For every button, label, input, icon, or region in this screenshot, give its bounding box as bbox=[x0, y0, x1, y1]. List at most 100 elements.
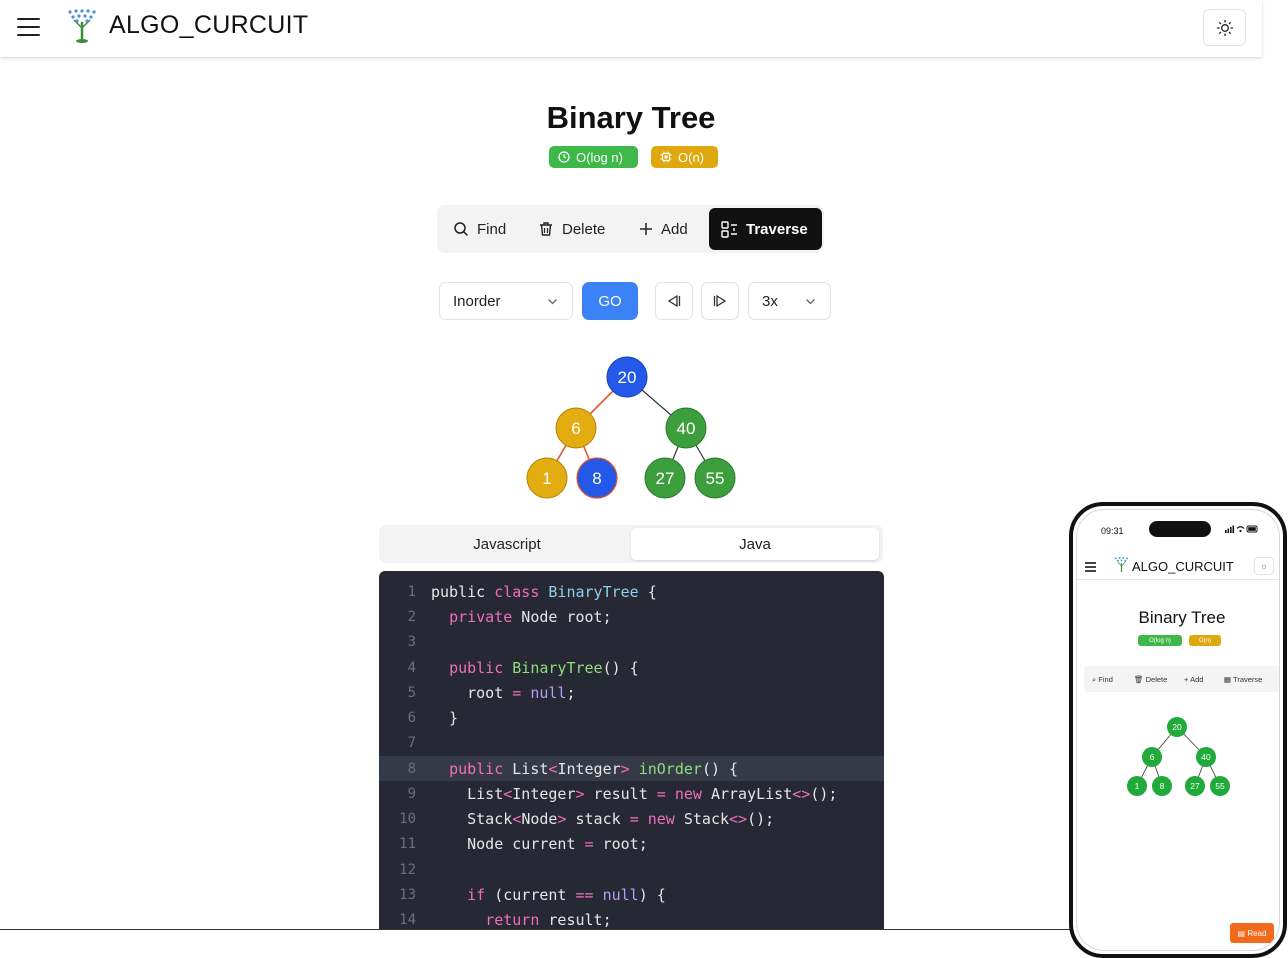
tree-node-left-right-value: 8 bbox=[592, 469, 601, 488]
tree-node-root[interactable]: 20 bbox=[606, 356, 648, 398]
tree-node-right-right[interactable]: 55 bbox=[694, 457, 736, 499]
tree-node-left-value: 6 bbox=[571, 419, 580, 438]
cpu-icon bbox=[660, 151, 672, 163]
menu-icon[interactable] bbox=[17, 18, 40, 38]
phone-tree-node-left-right: 8 bbox=[1152, 776, 1172, 796]
signal-icon bbox=[1225, 525, 1258, 533]
code-line: 13 if (current == null) { bbox=[379, 882, 884, 907]
code-text: public List<Integer> inOrder() { bbox=[449, 759, 739, 778]
tree-node-right-left-value: 27 bbox=[656, 469, 675, 488]
divider bbox=[0, 929, 1072, 930]
code-line: 10 Stack<Node> stack = new Stack<>(); bbox=[379, 806, 884, 831]
traversal-order-value: Inorder bbox=[453, 292, 501, 310]
theme-toggle-button[interactable] bbox=[1203, 9, 1246, 46]
code-text: } bbox=[431, 708, 459, 727]
step-back-button[interactable] bbox=[655, 282, 693, 320]
svg-text:40: 40 bbox=[1201, 752, 1211, 762]
speed-select[interactable]: 3x bbox=[748, 282, 831, 320]
page-title: Binary Tree bbox=[546, 100, 716, 135]
svg-text:20: 20 bbox=[1172, 722, 1182, 732]
phone-tab-traverse[interactable]: ▦ Traverse bbox=[1224, 675, 1262, 684]
operation-tabs: Find Delete Add Traverse bbox=[437, 205, 824, 253]
phone-screen: 09:31 ALGO_CURCUIT ☼ Binary Tree O(log n… bbox=[1076, 509, 1280, 951]
phone-tree-node-right: 40 bbox=[1196, 747, 1216, 767]
go-button[interactable]: GO bbox=[582, 282, 638, 320]
code-line: 6 } bbox=[379, 705, 884, 730]
svg-text:8: 8 bbox=[1160, 781, 1165, 791]
line-number: 12 bbox=[399, 861, 416, 878]
code-editor: 1 public class BinaryTree { 2 private Nod… bbox=[379, 571, 884, 929]
sun-icon bbox=[1216, 19, 1233, 36]
code-line-highlighted: 8 public List<Integer> inOrder() { bbox=[379, 756, 884, 781]
phone-tree-node-left-left: 1 bbox=[1127, 776, 1147, 796]
tab-java[interactable]: Java bbox=[631, 528, 879, 560]
phone-status-time: 09:31 bbox=[1101, 526, 1124, 536]
code-text: public class BinaryTree { bbox=[431, 582, 657, 601]
tree-node-right-left[interactable]: 27 bbox=[644, 457, 686, 499]
tree-logo-icon bbox=[68, 9, 96, 43]
traversal-order-select[interactable]: Inorder bbox=[439, 282, 573, 320]
speed-value: 3x bbox=[762, 292, 778, 310]
space-complexity-label: O(n) bbox=[678, 149, 704, 165]
code-text: private Node root; bbox=[449, 607, 612, 626]
tab-delete-label: Delete bbox=[562, 220, 606, 238]
line-number: 2 bbox=[407, 608, 416, 625]
tree-node-right-value: 40 bbox=[677, 419, 696, 438]
tab-add-label: Add bbox=[661, 220, 688, 238]
tab-traverse[interactable]: Traverse bbox=[709, 208, 822, 250]
code-text: if (current == null) { bbox=[467, 885, 666, 904]
tree-node-left-left[interactable]: 1 bbox=[526, 457, 568, 499]
code-line: 4 public BinaryTree() { bbox=[379, 655, 884, 680]
code-line: 2 private Node root; bbox=[379, 604, 884, 629]
tab-javascript[interactable]: Javascript bbox=[383, 528, 631, 560]
phone-tab-find[interactable]: ⌕ Find bbox=[1092, 675, 1113, 685]
top-bar: ALGO_CURCUIT bbox=[0, 0, 1262, 57]
phone-operation-tabs: ⌕ Find 🗑 Delete + Add ▦ Traverse bbox=[1084, 666, 1279, 692]
line-number: 10 bbox=[399, 810, 416, 827]
phone-menu-icon[interactable] bbox=[1085, 562, 1096, 574]
tree-node-left-left-value: 1 bbox=[542, 469, 551, 488]
tree-node-left[interactable]: 6 bbox=[555, 407, 597, 449]
phone-time-complexity-badge: O(log n) bbox=[1138, 635, 1182, 646]
tree-node-right-right-value: 55 bbox=[706, 469, 725, 488]
svg-text:6: 6 bbox=[1150, 752, 1155, 762]
code-text: Node current = root; bbox=[431, 834, 648, 853]
search-icon bbox=[454, 222, 469, 237]
code-text: Stack<Node> stack = new Stack<>(); bbox=[431, 809, 775, 828]
tab-traverse-label: Traverse bbox=[746, 220, 808, 238]
line-number: 13 bbox=[399, 886, 416, 903]
tree-node-right[interactable]: 40 bbox=[665, 407, 707, 449]
chevron-down-icon bbox=[548, 299, 557, 305]
brand-name[interactable]: ALGO_CURCUIT bbox=[109, 11, 308, 40]
phone-read-button[interactable]: ▤ Read bbox=[1230, 923, 1274, 943]
phone-theme-toggle-button[interactable]: ☼ bbox=[1254, 557, 1274, 575]
code-language-tabs: Javascript Java bbox=[379, 525, 883, 563]
tab-delete[interactable]: Delete bbox=[526, 208, 617, 250]
line-number: 7 bbox=[407, 734, 416, 751]
tab-find-label: Find bbox=[477, 220, 507, 238]
code-text: public BinaryTree() { bbox=[449, 658, 639, 677]
line-number: 4 bbox=[407, 659, 416, 676]
phone-status-icons bbox=[1225, 525, 1259, 535]
tree-node-root-value: 20 bbox=[618, 368, 637, 387]
phone-mockup: 09:31 ALGO_CURCUIT ☼ Binary Tree O(log n… bbox=[1069, 502, 1287, 958]
phone-tab-delete[interactable]: 🗑 Delete bbox=[1134, 675, 1167, 684]
tree-node-left-right[interactable]: 8 bbox=[576, 457, 618, 499]
phone-binary-tree-visualization: 20 6 40 1 8 27 55 bbox=[1127, 717, 1230, 796]
phone-brand-name[interactable]: ALGO_CURCUIT bbox=[1132, 559, 1234, 574]
step-forward-button[interactable] bbox=[701, 282, 739, 320]
tab-find[interactable]: Find bbox=[441, 208, 518, 250]
space-complexity-badge: O(n) bbox=[651, 146, 718, 168]
code-text: return result; bbox=[485, 910, 612, 929]
line-number: 5 bbox=[407, 684, 416, 701]
svg-text:1: 1 bbox=[1135, 781, 1140, 791]
phone-tab-add[interactable]: + Add bbox=[1184, 675, 1203, 684]
chevron-down-icon bbox=[806, 299, 815, 305]
plus-icon bbox=[640, 223, 652, 235]
line-number: 11 bbox=[399, 835, 416, 852]
svg-text:55: 55 bbox=[1215, 781, 1225, 791]
trash-icon bbox=[540, 222, 552, 236]
phone-tree-node-left: 6 bbox=[1142, 747, 1162, 767]
code-line: 7 bbox=[379, 730, 884, 755]
tab-add[interactable]: Add bbox=[627, 208, 700, 250]
